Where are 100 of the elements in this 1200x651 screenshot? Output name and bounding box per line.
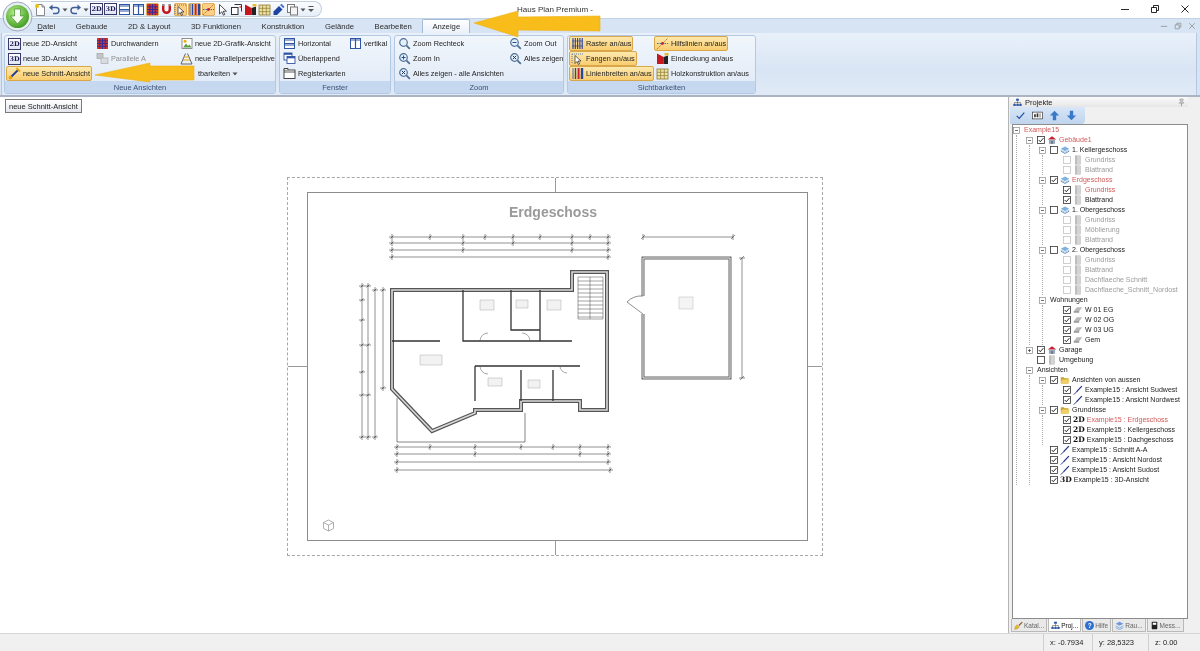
checkbox[interactable] [1050,376,1058,384]
checkbox[interactable] [1050,206,1058,214]
zoom-out-icon [509,37,522,50]
folder-icon [1060,405,1070,415]
roof-covering-icon[interactable] [244,2,257,16]
minus-box-icon[interactable] [1039,296,1046,304]
page-icon [1073,165,1083,175]
page-icon [1073,225,1083,235]
copy-icon[interactable] [286,2,299,16]
checkbox[interactable] [1050,446,1058,454]
guide-lines-icon [656,37,669,50]
section-line-icon [1060,455,1070,465]
device-icon [1149,620,1159,630]
hierarchy-icon [1013,97,1022,107]
vertical-split-icon[interactable] [132,2,145,16]
pointer-icon[interactable] [216,2,229,16]
checkbox[interactable] [1063,316,1071,324]
checkbox[interactable] [1063,196,1071,204]
checkbox[interactable] [1063,436,1071,444]
close-icon[interactable] [1180,4,1190,14]
snap-cursor-icon [571,52,584,65]
checkbox[interactable] [1063,386,1071,394]
text-field-icon[interactable] [1032,110,1043,121]
checkbox[interactable] [1050,466,1058,474]
guide-lines-icon[interactable] [202,2,215,16]
roof-covering-icon [656,52,669,65]
checkbox[interactable] [1037,346,1045,354]
floor-stack-icon [1060,205,1070,215]
grid-lines-icon [571,37,584,50]
window-title: Haus Plan Premium - [517,4,593,14]
page-icon [1073,185,1083,195]
hierarchy-icon [1051,620,1061,630]
zoom-extents-icon [398,67,411,80]
redo-icon[interactable] [69,2,82,16]
drawing-title: Erdgeschoss [509,204,597,220]
pen-icon[interactable] [272,2,285,16]
checkbox[interactable] [1037,356,1045,364]
checkbox[interactable] [1050,406,1058,414]
floor-stack-icon [1060,145,1070,155]
minus-box-icon[interactable] [1039,246,1046,254]
page-icon [1073,255,1083,265]
house-icon [1047,135,1057,145]
checkbox[interactable] [1063,306,1071,314]
minus-box-icon[interactable] [1039,146,1046,154]
minus-box-icon[interactable] [1026,136,1033,144]
boxes-icon [96,52,109,65]
horizontal-split-icon[interactable] [118,2,131,16]
section-line-icon [1073,385,1083,395]
line-widths-icon[interactable] [188,2,201,16]
checkbox[interactable] [1063,186,1071,194]
grid-icon[interactable] [146,2,159,16]
checkbox[interactable] [1037,136,1045,144]
arrow-up-icon[interactable] [1049,110,1060,121]
minus-box-icon[interactable] [1026,366,1033,374]
section-line-icon [1073,395,1083,405]
tabbed-window-icon [283,67,296,80]
zoom-in-icon [398,52,411,65]
undo-icon[interactable] [48,2,61,16]
slab-icon [1073,325,1083,335]
minus-box-icon[interactable] [1039,206,1046,214]
minus-box-icon[interactable] [1013,126,1020,134]
floor-stack-icon [1060,175,1070,185]
checkbox[interactable] [1063,336,1071,344]
checkbox[interactable] [1050,246,1058,254]
house-icon [1047,345,1057,355]
section-line-icon [8,67,21,80]
new-document-icon[interactable] [34,2,47,16]
checkbox[interactable] [1063,416,1071,424]
checkmark-icon[interactable] [1015,110,1026,121]
minus-box-icon[interactable] [1039,176,1046,184]
slab-icon [1073,315,1083,325]
checkbox[interactable] [1063,426,1071,434]
checkbox[interactable] [1063,396,1071,404]
plus-box-icon[interactable] [1026,346,1033,354]
snap-cursor-icon[interactable] [174,2,187,16]
page-icon [1073,195,1083,205]
cube-icon [322,519,335,532]
minus-box-icon[interactable] [1039,406,1046,414]
checkbox[interactable] [1050,456,1058,464]
restore-icon[interactable] [1150,4,1160,14]
page-icon [1073,275,1083,285]
section-line-icon [1060,445,1070,455]
checkbox[interactable] [1063,326,1071,334]
checkbox[interactable] [1050,476,1058,484]
checkbox[interactable] [1050,146,1058,154]
page-icon [1073,285,1083,295]
page-icon [1047,355,1057,365]
zoom-icon [398,37,411,50]
arrow-down-icon[interactable] [1066,110,1077,121]
magnet-icon[interactable] [160,2,173,16]
slab-icon [1073,335,1083,345]
vertical-split-icon [349,37,362,50]
window-measure-icon[interactable] [230,2,243,16]
checkbox[interactable] [1050,176,1058,184]
page-icon [1073,235,1083,245]
section-line-icon [1060,465,1070,475]
timber-frame-icon [656,67,669,80]
minus-box-icon[interactable] [1039,376,1046,384]
zoom-extents-icon [509,52,522,65]
picture-icon [180,37,193,50]
